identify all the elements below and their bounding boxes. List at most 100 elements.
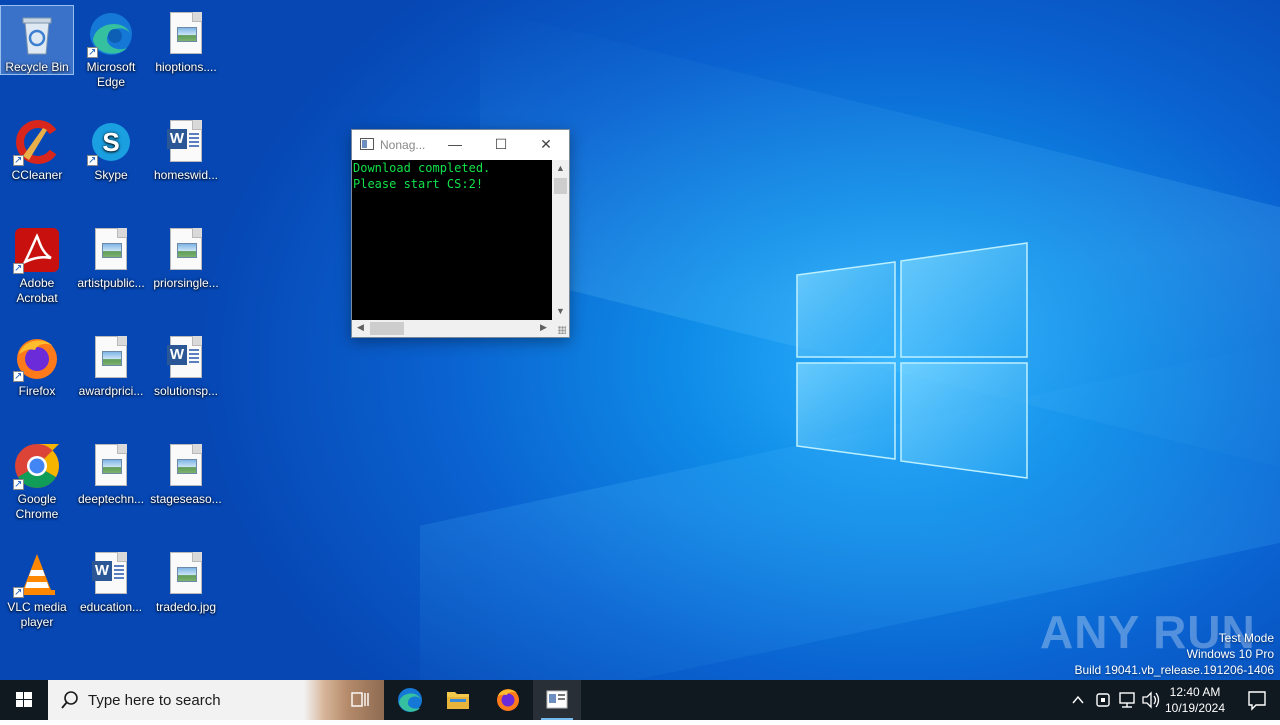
word-file-icon-homeswid[interactable]: W homeswid...: [150, 114, 222, 183]
tray-security-icon-button[interactable]: [1092, 680, 1114, 720]
system-watermark: Test Mode Windows 10 Pro Build 19041.vb_…: [1075, 630, 1275, 678]
console-line: Please start CS:2!: [353, 177, 484, 191]
image-file-icon: [95, 444, 127, 486]
recycle-bin-icon[interactable]: Recycle Bin: [0, 5, 74, 75]
vertical-scrollbar[interactable]: ▲ ▼: [552, 160, 569, 321]
shortcut-arrow-icon: [13, 585, 24, 600]
icon-label: education...: [79, 600, 143, 614]
icon-label: Recycle Bin: [5, 60, 69, 74]
volume-icon: [1142, 691, 1160, 709]
icon-label: artistpublic...: [77, 276, 145, 290]
shortcut-arrow-icon: [13, 261, 24, 276]
start-button[interactable]: [0, 680, 48, 720]
firefox-icon[interactable]: Firefox: [1, 330, 73, 399]
file-icon-awardprici[interactable]: awardprici...: [75, 330, 147, 399]
console-output[interactable]: Download completed. Please start CS:2!: [352, 160, 552, 320]
scroll-left-arrow-icon[interactable]: ◀: [352, 322, 369, 333]
taskbar-search-box[interactable]: Type here to search: [48, 680, 384, 720]
icon-label: hioptions....: [155, 60, 217, 74]
adobe-acrobat-icon[interactable]: Adobe Acrobat: [1, 222, 73, 306]
tray-volume-button[interactable]: [1140, 680, 1162, 720]
icon-label: priorsingle...: [153, 276, 219, 290]
watermark-edition: Windows 10 Pro: [1186, 647, 1274, 661]
shortcut-arrow-icon: [13, 369, 24, 384]
vlc-media-player-icon[interactable]: VLC media player: [1, 546, 73, 630]
taskbar-file-explorer[interactable]: [434, 680, 482, 720]
ccleaner-icon[interactable]: CCleaner: [1, 114, 73, 183]
windows-start-icon: [16, 692, 32, 707]
shortcut-arrow-icon: [87, 45, 98, 60]
word-document-icon: W: [167, 336, 202, 378]
icon-label: homeswid...: [153, 168, 219, 182]
file-icon-deeptechn[interactable]: deeptechn...: [75, 438, 147, 507]
image-file-icon: [170, 12, 202, 54]
network-icon: [1119, 692, 1135, 708]
icon-label: Google Chrome: [15, 492, 59, 521]
folder-icon: [447, 692, 469, 709]
icon-label: Firefox: [18, 384, 56, 398]
word-document-icon: W: [167, 120, 202, 162]
file-icon-priorsingle[interactable]: priorsingle...: [150, 222, 222, 291]
image-file-icon: [95, 336, 127, 378]
scroll-down-arrow-icon[interactable]: ▼: [552, 306, 569, 316]
scrollbar-thumb[interactable]: [554, 178, 567, 194]
show-hidden-icons-button[interactable]: [1066, 680, 1090, 720]
console-app-icon: [546, 690, 568, 709]
icon-label: VLC media player: [7, 600, 67, 629]
taskbar-firefox[interactable]: [484, 680, 532, 720]
task-view-button[interactable]: [336, 680, 384, 720]
file-icon-stageseaso[interactable]: stageseaso...: [150, 438, 222, 507]
shortcut-arrow-icon: [87, 153, 98, 168]
scroll-up-arrow-icon[interactable]: ▲: [552, 163, 569, 173]
word-file-icon-education[interactable]: W education...: [75, 546, 147, 615]
image-file-icon: [95, 228, 127, 270]
word-document-icon: W: [92, 552, 127, 594]
icon-label: Microsoft Edge: [86, 60, 136, 89]
console-app-icon: [360, 138, 374, 150]
window-title: Nonag...: [380, 138, 426, 152]
action-center-button[interactable]: [1234, 680, 1280, 720]
chevron-up-icon: [1072, 695, 1084, 704]
file-icon-hioptions[interactable]: hioptions....: [150, 6, 222, 75]
horizontal-scrollbar[interactable]: ◀ ▶: [352, 320, 552, 337]
icon-label: stageseaso...: [150, 492, 222, 506]
taskbar-clock[interactable]: 12:40 AM 10/19/2024: [1160, 684, 1230, 716]
scroll-right-arrow-icon[interactable]: ▶: [535, 322, 552, 333]
shortcut-arrow-icon: [13, 153, 24, 168]
google-chrome-icon[interactable]: Google Chrome: [1, 438, 73, 522]
taskbar-edge[interactable]: [386, 680, 434, 720]
close-button[interactable]: ✕: [523, 130, 569, 160]
skype-icon[interactable]: S Skype: [75, 114, 147, 183]
microsoft-edge-icon[interactable]: Microsoft Edge: [75, 6, 147, 90]
icon-label: CCleaner: [11, 168, 63, 182]
clock-date: 10/19/2024: [1164, 701, 1226, 715]
word-file-icon-solutionsp[interactable]: W solutionsp...: [150, 330, 222, 399]
search-placeholder: Type here to search: [88, 692, 221, 709]
scrollbar-thumb[interactable]: [370, 322, 404, 335]
clock-time: 12:40 AM: [1169, 685, 1221, 699]
search-icon: [61, 691, 78, 709]
desktop: Recycle Bin Microsoft Edge hioptions....…: [0, 0, 1280, 680]
edge-icon: [398, 688, 422, 712]
shortcut-arrow-icon: [13, 477, 24, 492]
window-titlebar[interactable]: Nonag... — ☐ ✕: [352, 130, 569, 160]
icon-label: tradedo.jpg: [155, 600, 217, 614]
watermark-test-mode: Test Mode: [1218, 631, 1274, 645]
icon-label: Adobe Acrobat: [16, 276, 58, 305]
taskbar-console-app[interactable]: [533, 680, 581, 720]
file-icon-tradedo[interactable]: tradedo.jpg: [150, 546, 222, 615]
console-window[interactable]: Nonag... — ☐ ✕ Download completed. Pleas…: [351, 129, 570, 338]
tray-network-button[interactable]: [1116, 680, 1138, 720]
maximize-button[interactable]: ☐: [478, 130, 524, 160]
svg-text:S: S: [102, 127, 119, 157]
firefox-icon: [497, 689, 519, 711]
icon-label: awardprici...: [78, 384, 144, 398]
file-icon-artistpublic[interactable]: artistpublic...: [75, 222, 147, 291]
image-file-icon: [170, 444, 202, 486]
image-file-icon: [170, 228, 202, 270]
recycle-bin-icon-image: [22, 17, 52, 55]
watermark-build: Build 19041.vb_release.191206-1406: [1074, 663, 1275, 677]
icon-label: deeptechn...: [77, 492, 145, 506]
resize-grip[interactable]: [552, 320, 569, 337]
minimize-button[interactable]: —: [432, 130, 478, 160]
